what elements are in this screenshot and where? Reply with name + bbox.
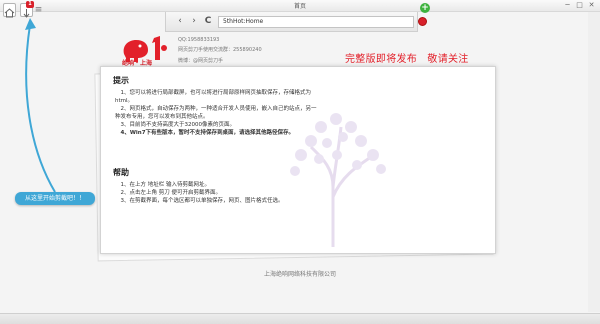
promo-banner: 完整版即将发布 敬请关注 <box>345 54 469 65</box>
tip-line: 1、您可以将进行局部截屏，也可以将进行局部原样网页抽取保存，存储格式为 <box>115 90 312 96</box>
forward-button[interactable]: › <box>188 15 200 27</box>
maximize-icon[interactable]: □ <box>575 1 584 9</box>
start-clipping-callout[interactable]: 从这里开始剪截吧！！ <box>15 192 95 205</box>
back-button[interactable]: ‹ <box>174 15 186 27</box>
navigation-bar: ‹ › C 5thHot:Home <box>165 12 418 32</box>
help-line: 2、点击左上角 剪刀 便可开启剪截界面。 <box>115 190 222 196</box>
address-input[interactable]: 5thHot:Home <box>218 16 414 28</box>
minimize-icon[interactable]: ─ <box>563 1 572 9</box>
help-line: 3、在剪截界面，每个选区都可以单独保存，网页、图片格式任选。 <box>115 198 284 204</box>
tip-line: 3、目前尚不支持高度大于32000像素的页面。 <box>115 122 236 128</box>
tip-line: 4、Win7下有些版本，暂时不支持保存到桌面，请选择其他路径保存。 <box>115 130 295 136</box>
status-bar <box>0 313 600 324</box>
pointer-arrow-icon <box>25 18 56 193</box>
right-scrollbar[interactable] <box>588 12 600 312</box>
weibo-handle: 微博：@网页剪刀手 <box>178 58 224 64</box>
add-button[interactable]: + <box>420 3 430 13</box>
reload-button[interactable]: C <box>202 15 214 27</box>
company-footer: 上海绝响网络科技有限公司 <box>263 271 336 278</box>
close-icon[interactable]: ✕ <box>587 1 596 9</box>
user-group: 网页剪刀手使用交流群：255890240 <box>178 47 262 53</box>
qq-number: QQ:1958833193 <box>178 37 220 43</box>
tip-line: 2、网页格式，自动保存为两种，一种适合开发人员使用，嵌入自己的站点，另一 <box>115 106 317 112</box>
stop-icon[interactable] <box>418 17 427 26</box>
info-card: 提示 1、您可以将进行局部截屏，也可以将进行局部原样网页抽取保存，存储格式为 h… <box>100 66 496 254</box>
